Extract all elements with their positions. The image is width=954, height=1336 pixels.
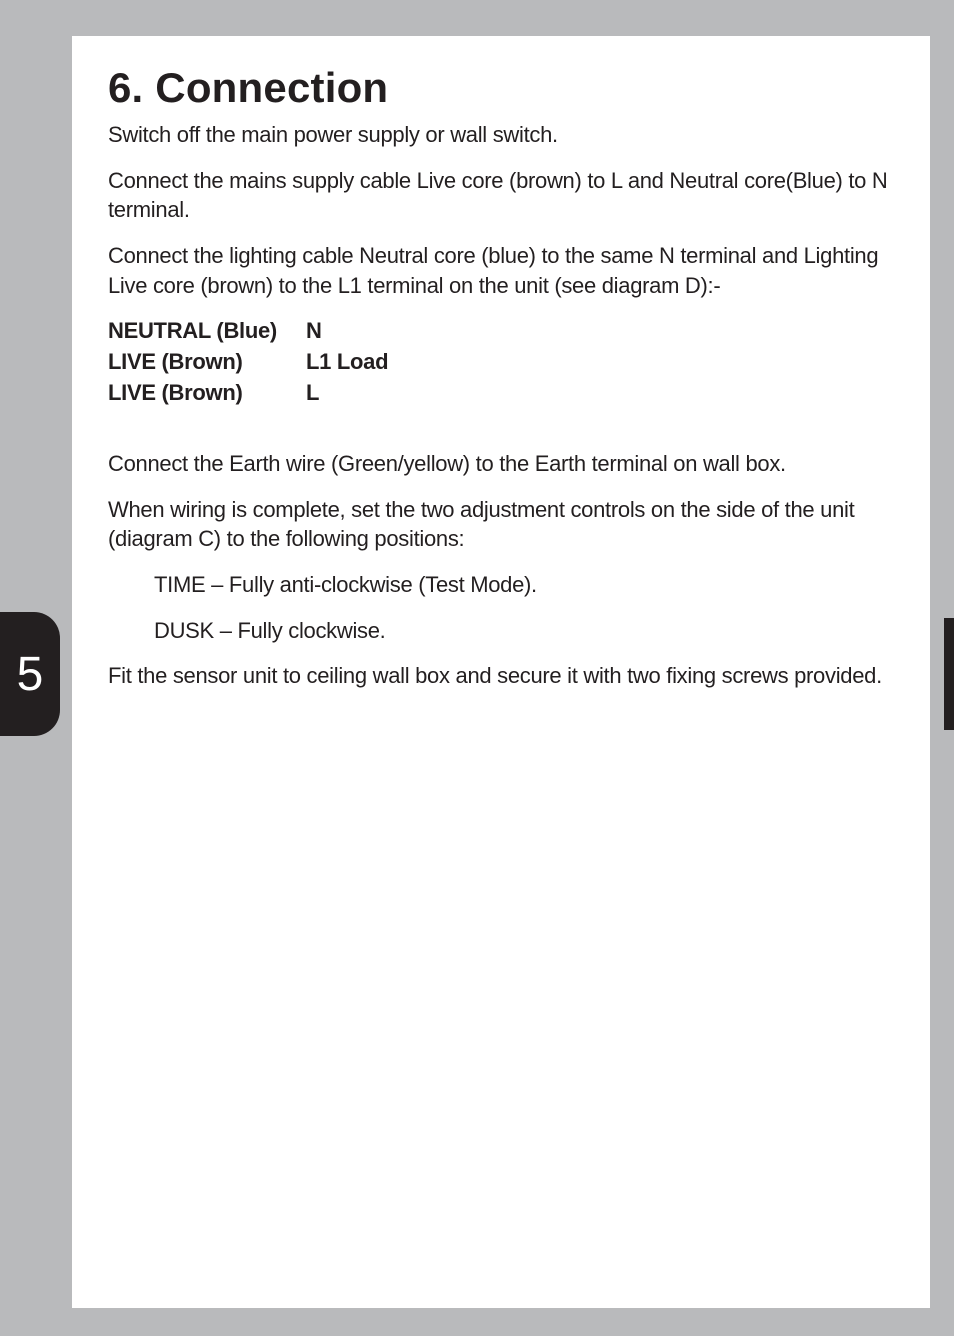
paragraph: Connect the mains supply cable Live core… [108,166,894,225]
paragraph: When wiring is complete, set the two adj… [108,495,894,554]
terminal-value: L [306,378,319,409]
table-row: LIVE (Brown) L1 Load [108,347,894,378]
paragraph: Connect the Earth wire (Green/yellow) to… [108,449,894,479]
section-heading: 6. Connection [108,64,894,112]
table-row: NEUTRAL (Blue) N [108,316,894,347]
document-page: 6. Connection Switch off the main power … [72,36,930,1308]
page-edge-marker [944,618,954,730]
terminal-table: NEUTRAL (Blue) N LIVE (Brown) L1 Load LI… [108,316,894,408]
indented-line: DUSK – Fully clockwise. [108,616,894,646]
table-row: LIVE (Brown) L [108,378,894,409]
paragraph: Fit the sensor unit to ceiling wall box … [108,661,894,691]
terminal-label: NEUTRAL (Blue) [108,316,306,347]
page-number: 5 [17,647,44,702]
terminal-value: N [306,316,322,347]
paragraph: Connect the lighting cable Neutral core … [108,241,894,300]
terminal-label: LIVE (Brown) [108,347,306,378]
paragraph: Switch off the main power supply or wall… [108,120,894,150]
terminal-label: LIVE (Brown) [108,378,306,409]
indented-line: TIME – Fully anti-clockwise (Test Mode). [108,570,894,600]
terminal-value: L1 Load [306,347,388,378]
page-number-tab: 5 [0,612,60,736]
